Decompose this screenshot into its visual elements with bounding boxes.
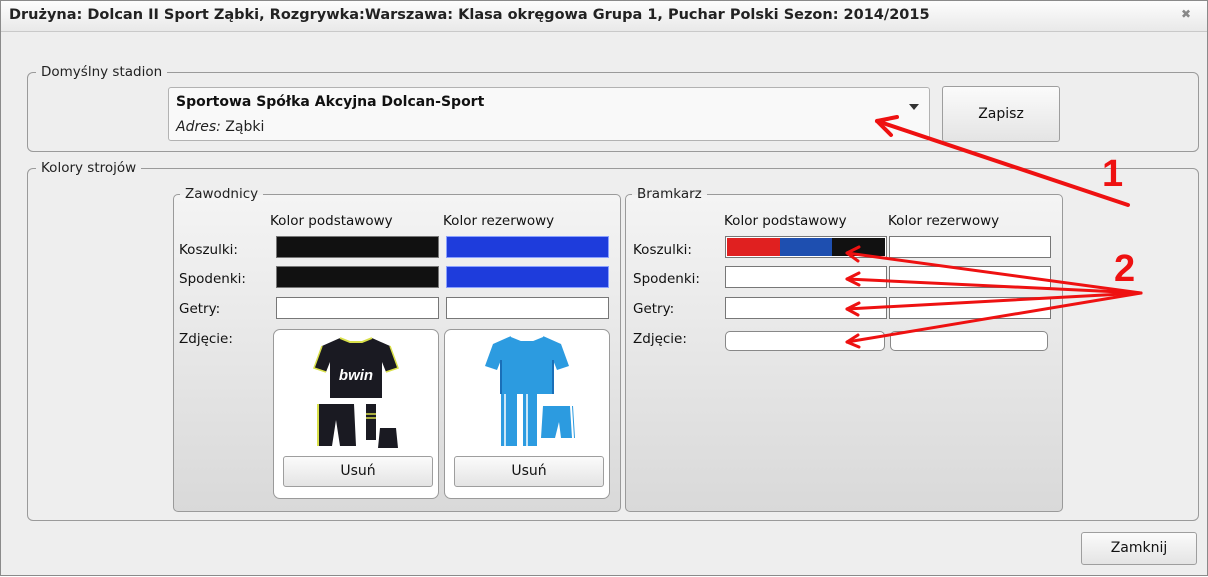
stadium-legend: Domyślny stadion xyxy=(41,64,163,80)
players-shirts-label: Koszulki: xyxy=(179,242,238,258)
kits-legend: Kolory strojów xyxy=(41,160,137,176)
players-shorts-primary-swatch[interactable] xyxy=(276,266,439,288)
close-icon[interactable]: ✖ xyxy=(1181,7,1191,21)
goalkeeper-photo-label: Zdjęcie: xyxy=(633,331,687,347)
goalkeeper-col-reserve: Kolor rezerwowy xyxy=(888,213,1000,229)
goalkeeper-col-primary: Kolor podstawowy xyxy=(724,213,847,229)
players-socks-label: Getry: xyxy=(179,301,221,317)
stadium-name: Sportowa Spółka Akcyjna Dolcan-Sport xyxy=(176,94,485,110)
color-segment-black xyxy=(832,238,886,256)
window-title: Drużyna: Dolcan II Sport Ząbki, Rozgrywk… xyxy=(9,7,930,23)
delete-primary-photo-button[interactable]: Usuń xyxy=(283,456,433,487)
players-primary-photo: bwin Usuń xyxy=(273,329,439,499)
players-shorts-label: Spodenki: xyxy=(179,271,246,287)
goalkeeper-shorts-label: Spodenki: xyxy=(633,271,700,287)
players-shirt-primary-swatch[interactable] xyxy=(276,236,439,258)
players-socks-primary-swatch[interactable] xyxy=(276,297,439,319)
chevron-down-icon[interactable] xyxy=(909,104,919,110)
goalkeeper-photo-primary[interactable] xyxy=(725,331,885,351)
goalkeeper-socks-reserve-swatch[interactable] xyxy=(889,297,1051,319)
players-reserve-photo: Usuń xyxy=(444,329,610,499)
reserve-kit-image xyxy=(485,335,575,446)
delete-reserve-photo-button[interactable]: Usuń xyxy=(454,456,604,487)
color-segment-red xyxy=(727,238,780,256)
save-button[interactable]: Zapisz xyxy=(942,86,1060,142)
address-label: Adres: xyxy=(176,119,221,135)
goalkeeper-shirt-reserve-swatch[interactable] xyxy=(889,236,1051,258)
annotation-marker-1: 1 xyxy=(1102,153,1124,195)
players-photo-label: Zdjęcie: xyxy=(179,331,233,347)
goalkeeper-shirt-primary-swatch[interactable] xyxy=(725,236,887,258)
dialog-window: Drużyna: Dolcan II Sport Ząbki, Rozgrywk… xyxy=(0,0,1208,576)
close-button[interactable]: Zamknij xyxy=(1081,532,1197,565)
annotation-marker-2: 2 xyxy=(1114,248,1136,290)
goalkeeper-shorts-reserve-swatch[interactable] xyxy=(889,266,1051,288)
goalkeeper-shorts-primary-swatch[interactable] xyxy=(725,266,887,288)
goalkeeper-shirts-label: Koszulki: xyxy=(633,242,692,258)
players-col-reserve: Kolor rezerwowy xyxy=(443,213,555,229)
stadium-select[interactable]: Sportowa Spółka Akcyjna Dolcan-Sport Adr… xyxy=(168,87,930,141)
players-legend: Zawodnicy xyxy=(185,186,259,202)
players-socks-reserve-swatch[interactable] xyxy=(446,297,609,319)
kit-sponsor-text: bwin xyxy=(339,367,373,384)
goalkeeper-legend: Bramkarz xyxy=(637,186,702,202)
players-col-primary: Kolor podstawowy xyxy=(270,213,393,229)
goalkeeper-socks-label: Getry: xyxy=(633,301,675,317)
players-shirt-reserve-swatch[interactable] xyxy=(446,236,609,258)
address-value: Ząbki xyxy=(225,119,265,135)
color-segment-blue xyxy=(779,238,833,256)
stadium-address: Adres: Ząbki xyxy=(176,119,264,135)
players-shorts-reserve-swatch[interactable] xyxy=(446,266,609,288)
title-bar: Drużyna: Dolcan II Sport Ząbki, Rozgrywk… xyxy=(1,1,1207,32)
goalkeeper-photo-reserve[interactable] xyxy=(890,331,1048,351)
primary-kit-image: bwin xyxy=(313,337,399,448)
goalkeeper-socks-primary-swatch[interactable] xyxy=(725,297,887,319)
